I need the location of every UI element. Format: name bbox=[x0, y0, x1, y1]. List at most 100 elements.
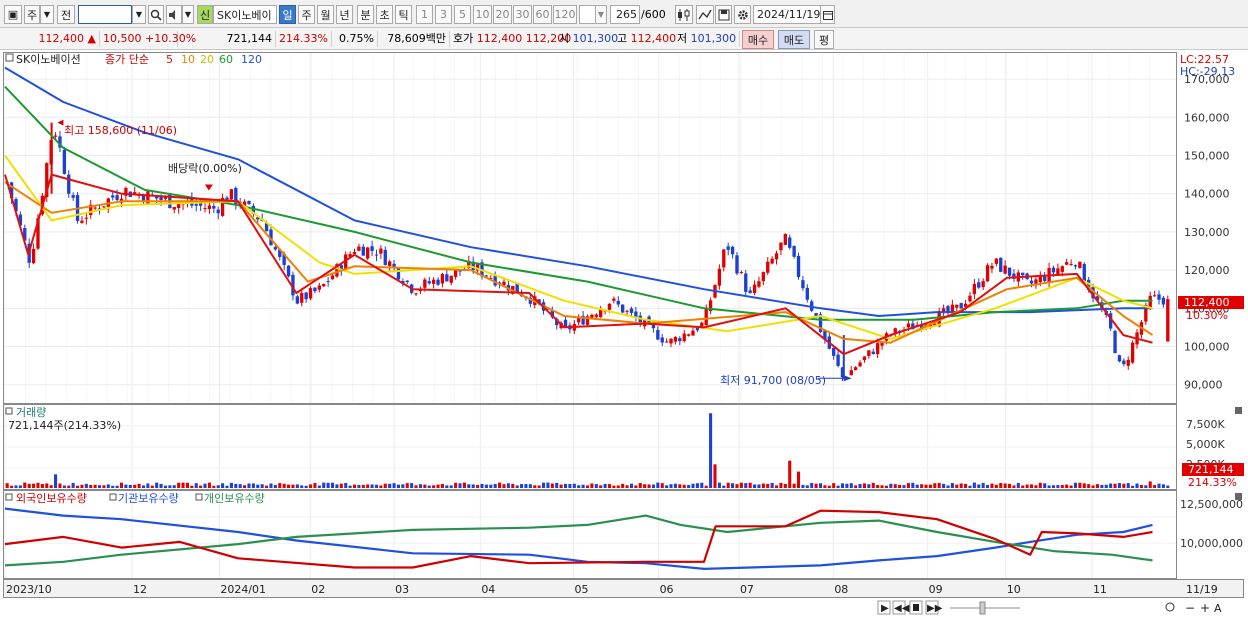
mode2-button[interactable]: 전 bbox=[57, 5, 75, 24]
candle-body bbox=[726, 246, 730, 250]
stock-chart[interactable]: 170,000160,000150,000140,000130,000120,0… bbox=[0, 50, 1248, 621]
volume-bar bbox=[133, 484, 137, 488]
minute-120-button[interactable]: 120 bbox=[553, 5, 577, 24]
search-icon[interactable] bbox=[148, 5, 164, 24]
mode-select[interactable]: 주 bbox=[24, 5, 40, 24]
window-icon[interactable]: ▣ bbox=[4, 5, 22, 24]
new-badge[interactable]: 신 bbox=[197, 5, 213, 24]
volume-bar bbox=[484, 484, 488, 488]
volume-bar bbox=[906, 483, 910, 488]
volume-bar bbox=[273, 484, 277, 488]
period-week-button[interactable]: 주 bbox=[298, 5, 315, 24]
minute-1-button[interactable]: 1 bbox=[416, 5, 433, 24]
candle-body bbox=[366, 247, 370, 259]
period-year-button[interactable]: 년 bbox=[336, 5, 353, 24]
speaker-icon[interactable] bbox=[166, 5, 182, 24]
volume-bar bbox=[990, 483, 994, 488]
candle-body bbox=[1166, 299, 1170, 342]
price-tick-label: 140,000 bbox=[1184, 188, 1230, 201]
candle-body bbox=[1130, 342, 1135, 363]
candle-body bbox=[273, 246, 278, 250]
volume-bar bbox=[348, 485, 352, 488]
save-icon[interactable] bbox=[715, 5, 732, 24]
magnifier-icon[interactable] bbox=[1165, 602, 1175, 612]
candle-body bbox=[102, 206, 106, 208]
volume-bar bbox=[867, 484, 871, 488]
minute-30-button[interactable]: 30 bbox=[513, 5, 532, 24]
stock-code-input[interactable]: 096770 bbox=[78, 5, 132, 24]
volume-bar bbox=[629, 483, 634, 488]
volume-bar bbox=[150, 485, 154, 488]
candle-body bbox=[1029, 280, 1034, 284]
candle-body bbox=[304, 292, 308, 300]
zoom-in-icon[interactable]: + bbox=[1200, 601, 1210, 615]
chart-tool-icon[interactable] bbox=[696, 5, 714, 24]
close-icon[interactable] bbox=[1235, 407, 1242, 414]
zoom-slider-handle[interactable] bbox=[979, 601, 986, 615]
play-icon[interactable]: ▶ bbox=[881, 603, 889, 614]
text-tool-icon[interactable]: A bbox=[1214, 602, 1222, 615]
eval-button[interactable]: 평 bbox=[814, 30, 834, 49]
volume-bar bbox=[379, 485, 383, 488]
volume-bar bbox=[476, 484, 480, 488]
volume-bar bbox=[568, 484, 572, 488]
candle-body bbox=[959, 303, 963, 309]
period-tick-button[interactable]: 틱 bbox=[395, 5, 412, 24]
period-day-button[interactable]: 일 bbox=[279, 5, 296, 24]
minute-60-button[interactable]: 60 bbox=[533, 5, 552, 24]
volume-bar bbox=[621, 483, 625, 488]
minute-10-button[interactable]: 10 bbox=[473, 5, 492, 24]
minute-5-button[interactable]: 5 bbox=[454, 5, 471, 24]
holding-axis-high: 12,500,000 bbox=[1180, 498, 1243, 511]
rewind-icon[interactable]: ◀◀ bbox=[894, 603, 910, 614]
candle-body bbox=[730, 246, 735, 255]
volume-bar bbox=[282, 483, 286, 488]
calendar-icon[interactable] bbox=[820, 5, 835, 24]
stop-icon[interactable] bbox=[913, 604, 919, 611]
candle-body bbox=[849, 370, 853, 376]
period-minute-button[interactable]: 분 bbox=[357, 5, 374, 24]
minute-3-button[interactable]: 3 bbox=[435, 5, 452, 24]
candle-body bbox=[295, 296, 300, 304]
count-input[interactable]: 265 bbox=[610, 5, 640, 24]
sell-button[interactable]: 매도 bbox=[778, 30, 810, 49]
candle-body bbox=[1043, 276, 1047, 282]
close-icon[interactable] bbox=[1235, 493, 1242, 500]
volume-bar bbox=[1034, 485, 1038, 488]
forward-icon[interactable]: ▶▶ bbox=[927, 603, 943, 614]
stock-name-field[interactable]: SK이노베이 bbox=[213, 5, 277, 24]
volume-tag-pct: 214.33% bbox=[1188, 476, 1237, 489]
candle-body bbox=[207, 205, 212, 209]
volume-bar bbox=[766, 483, 770, 488]
period-month-button[interactable]: 월 bbox=[317, 5, 334, 24]
minute-20-button[interactable]: 20 bbox=[493, 5, 512, 24]
date-input[interactable]: 2024/11/19 bbox=[753, 5, 821, 24]
high-price: 고 112,400 bbox=[617, 32, 677, 45]
candle-body bbox=[67, 174, 71, 194]
volume-bar bbox=[414, 485, 418, 488]
volume-bar bbox=[471, 484, 475, 488]
chevron-down-icon[interactable]: ▼ bbox=[595, 5, 607, 24]
volume-bar bbox=[753, 484, 757, 488]
period-second-button[interactable]: 초 bbox=[376, 5, 393, 24]
price-tick-label: 150,000 bbox=[1184, 150, 1230, 163]
candle-body bbox=[875, 343, 880, 355]
chevron-down-icon[interactable]: ▼ bbox=[182, 5, 194, 24]
volume-bar bbox=[1139, 484, 1143, 488]
volume-bar bbox=[418, 484, 422, 488]
chevron-down-icon[interactable]: ▼ bbox=[40, 5, 54, 24]
buy-button[interactable]: 매수 bbox=[742, 30, 774, 49]
candle-body bbox=[405, 280, 409, 283]
candle-icon[interactable] bbox=[675, 5, 693, 24]
volume-bar bbox=[959, 483, 963, 488]
volume-value: 721,144 bbox=[178, 31, 276, 47]
date-axis-label: 10 bbox=[1007, 583, 1021, 596]
volume-bar bbox=[1007, 483, 1012, 488]
ma120-line bbox=[4, 66, 1153, 317]
zoom-out-icon[interactable]: − bbox=[1185, 601, 1195, 615]
candle-body bbox=[1078, 261, 1082, 268]
candle-body bbox=[620, 304, 625, 313]
settings-icon[interactable] bbox=[734, 5, 751, 24]
chevron-down-icon[interactable]: ▼ bbox=[132, 5, 146, 24]
volume-bar bbox=[893, 484, 897, 488]
